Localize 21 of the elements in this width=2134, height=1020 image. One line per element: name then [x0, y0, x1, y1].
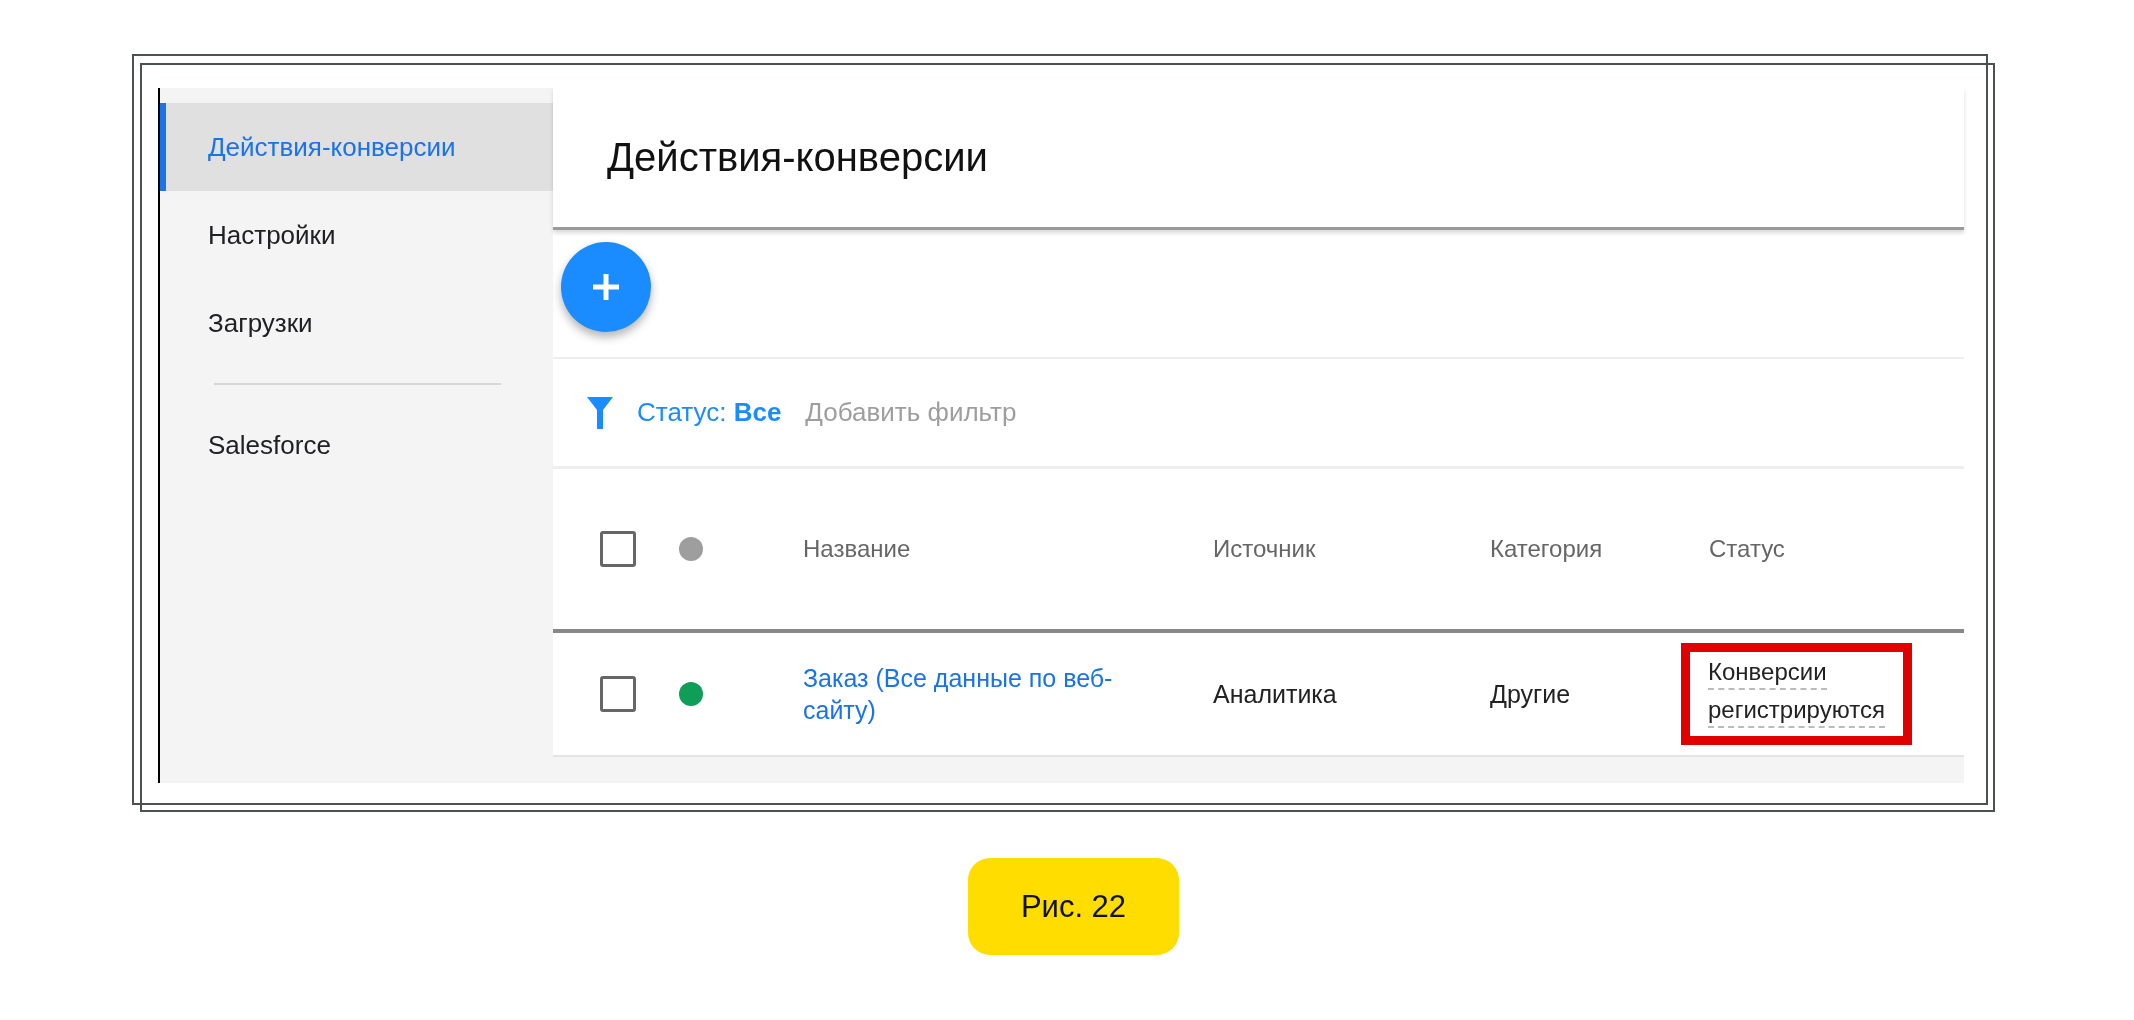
- column-header: Название: [803, 535, 912, 563]
- sidebar-item[interactable]: Загрузки: [160, 279, 553, 367]
- sidebar-item[interactable]: Salesforce: [160, 401, 553, 489]
- add-filter-link[interactable]: Добавить фильтр: [805, 397, 1017, 428]
- filter-icon[interactable]: [587, 396, 613, 429]
- row-checkbox[interactable]: [600, 676, 636, 712]
- sidebar-item[interactable]: Действия-конверсии: [160, 103, 553, 191]
- conversion-name-link[interactable]: Заказ (Все данные по веб-сайту): [803, 661, 1143, 727]
- sidebar-item[interactable]: Настройки: [160, 191, 553, 279]
- status-text: регистрируются: [1708, 696, 1885, 728]
- figure-caption: Рис. 22: [968, 858, 1179, 955]
- status-text: Конверсии: [1708, 658, 1827, 690]
- page-title: Действия-конверсии: [607, 135, 988, 180]
- add-button[interactable]: [561, 241, 651, 332]
- select-all-checkbox[interactable]: [600, 531, 636, 567]
- table-cell-text: Аналитика: [1213, 679, 1338, 709]
- table-cell-text: Другие: [1490, 679, 1572, 709]
- column-header: Статус: [1709, 535, 1786, 563]
- column-header: Категория: [1490, 535, 1604, 563]
- column-header: Источник: [1213, 535, 1317, 563]
- status-filter[interactable]: Статус: Все: [637, 397, 782, 428]
